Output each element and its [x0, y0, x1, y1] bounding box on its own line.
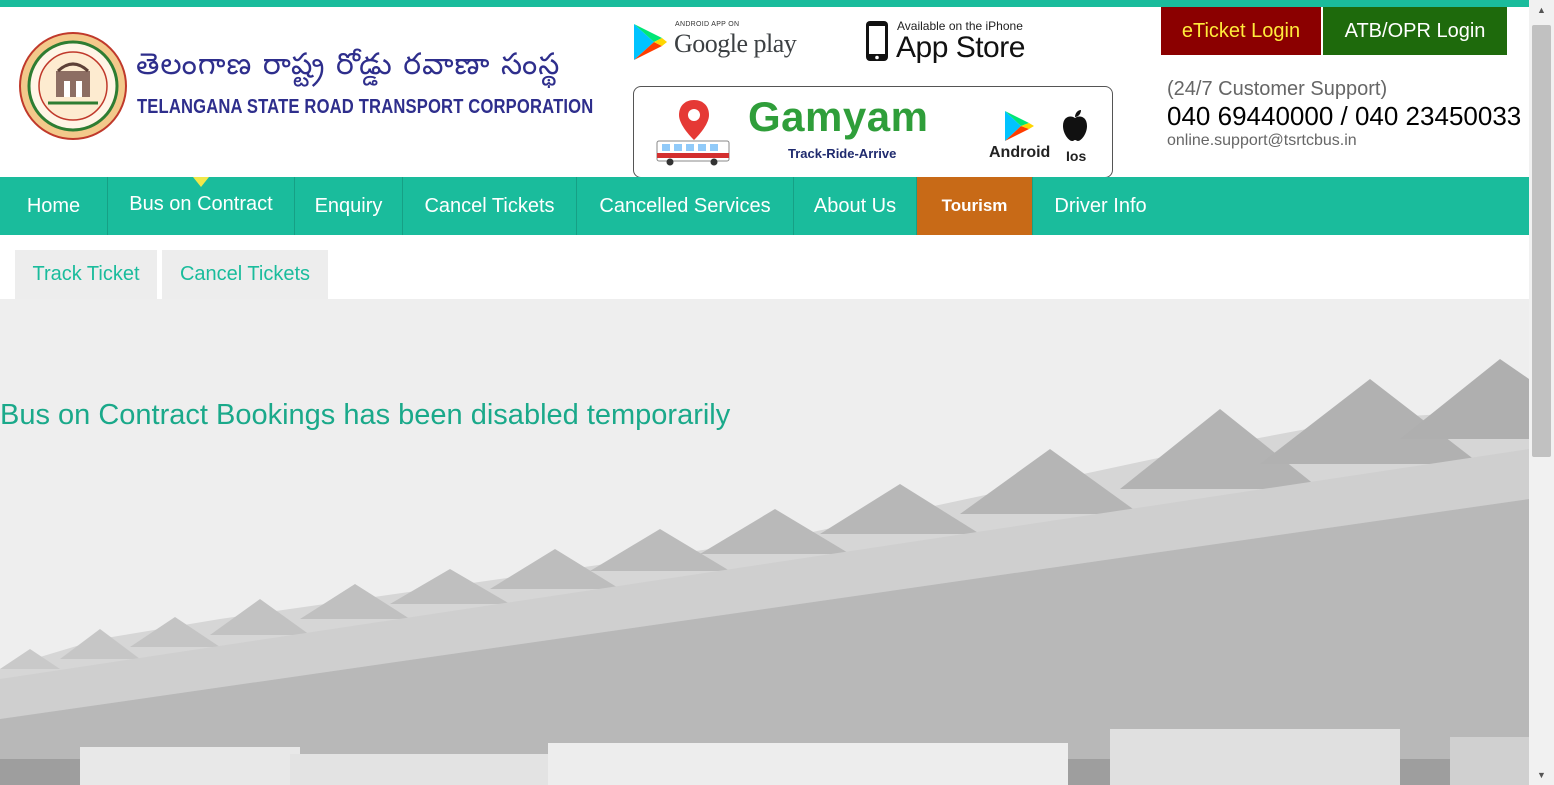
nav-enquiry[interactable]: Enquiry	[295, 177, 403, 235]
ios-label: Ios	[1066, 148, 1087, 164]
app-store-badge[interactable]: Available on the iPhone App Store	[862, 15, 1032, 67]
main-nav: Home Bus on Contract Enquiry Cancel Tick…	[0, 177, 1529, 235]
nav-cancel-tickets[interactable]: Cancel Tickets	[403, 177, 577, 235]
nav-cancel-tickets-label: Cancel Tickets	[424, 194, 555, 217]
google-play-badge[interactable]: ANDROID APP ON Google play	[630, 16, 805, 68]
active-caret-icon	[193, 177, 209, 187]
title-english: TELANGANA STATE ROAD TRANSPORT CORPORATI…	[137, 96, 594, 118]
google-play-icon	[634, 24, 667, 60]
nav-about-us-label: About Us	[813, 194, 897, 217]
scroll-down-icon[interactable]: ▼	[1529, 765, 1554, 785]
disabled-message: Bus on Contract Bookings has been disabl…	[0, 399, 731, 431]
iphone-icon	[866, 21, 888, 61]
apple-icon	[1063, 110, 1087, 141]
app-store-text: App Store	[896, 31, 1025, 64]
bus-station-photo	[0, 299, 1529, 785]
nav-home[interactable]: Home	[0, 177, 108, 235]
nav-bus-on-contract-label: Bus on Contract	[129, 193, 273, 215]
gamyam-banner[interactable]: Gamyam Track-Ride-Arrive Android Ios	[633, 86, 1113, 178]
nav-cancelled-services-label: Cancelled Services	[599, 194, 771, 217]
nav-about-us[interactable]: About Us	[794, 177, 917, 235]
nav-enquiry-label: Enquiry	[314, 194, 383, 217]
support-phone: 040 69440000 / 040 23450033	[1167, 101, 1522, 131]
page-scrollbar[interactable]: ▲ ▼	[1529, 0, 1554, 785]
eticket-login-button[interactable]: eTicket Login	[1161, 7, 1321, 55]
subtab-track-ticket[interactable]: Track Ticket	[15, 250, 157, 299]
google-play-text: Google play	[674, 29, 797, 58]
subtab-cancel-tickets[interactable]: Cancel Tickets	[162, 250, 328, 299]
top-accent-strip	[0, 0, 1529, 7]
android-label: Android	[989, 144, 1051, 161]
nav-driver-info-label: Driver Info	[1054, 194, 1147, 217]
bus-icon	[656, 140, 730, 166]
gamyam-tagline: Track-Ride-Arrive	[788, 146, 897, 161]
location-pin-icon	[679, 100, 709, 140]
scroll-up-icon[interactable]: ▲	[1529, 0, 1554, 20]
support-email[interactable]: online.support@tsrtcbus.in	[1167, 132, 1357, 150]
gamyam-title: Gamyam	[748, 93, 929, 140]
nav-tourism[interactable]: Tourism	[917, 177, 1033, 235]
title-telugu: తెలంగాణ రాష్ట్ర రోడ్డు రవాణా సంస్థ	[136, 47, 561, 82]
support-label: (24/7 Customer Support)	[1167, 78, 1388, 100]
android-play-icon	[1005, 111, 1034, 141]
bus-station-background: Bus on Contract Bookings has been disabl…	[0, 299, 1529, 785]
atb-opr-login-button[interactable]: ATB/OPR Login	[1323, 7, 1507, 55]
sub-tabs: Track Ticket Cancel Tickets	[0, 235, 1529, 299]
nav-tourism-label: Tourism	[941, 196, 1008, 215]
nav-home-label: Home	[26, 194, 81, 217]
nav-cancelled-services[interactable]: Cancelled Services	[577, 177, 794, 235]
google-play-small-text: ANDROID APP ON	[675, 21, 740, 28]
scrollbar-thumb[interactable]	[1532, 25, 1551, 457]
tsrtc-emblem-icon[interactable]	[18, 31, 128, 141]
nav-bus-on-contract[interactable]: Bus on Contract	[108, 177, 295, 235]
nav-driver-info[interactable]: Driver Info	[1033, 177, 1168, 235]
